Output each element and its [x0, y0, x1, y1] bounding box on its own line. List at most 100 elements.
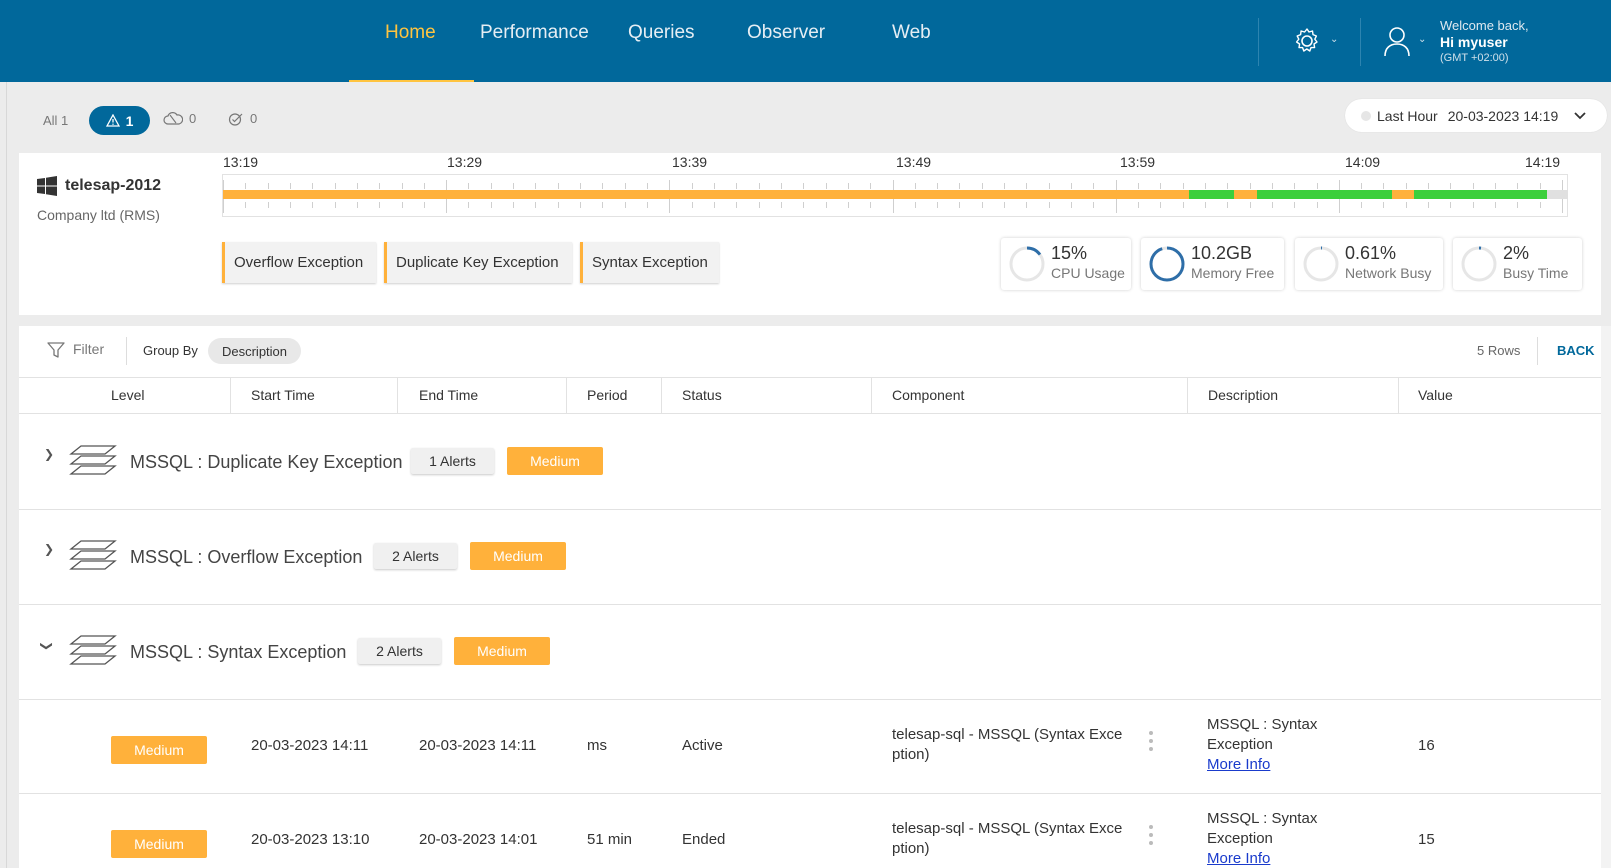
filter-alerts[interactable]: 1 — [89, 106, 150, 135]
timeline-tick — [468, 183, 470, 189]
timeline-tick — [624, 183, 626, 189]
scrollbar[interactable] — [1601, 326, 1611, 868]
group-title[interactable]: MSSQL : Duplicate Key Exception — [130, 452, 402, 473]
exception-tag-overflow[interactable]: Overflow Exception — [222, 242, 376, 283]
metric-label: Network Busy — [1345, 265, 1432, 281]
timeline-tick — [713, 183, 715, 189]
timeline-tick — [245, 202, 247, 208]
start-time-cell: 20-03-2023 14:11 — [251, 737, 369, 754]
timeline-tick — [736, 183, 738, 189]
timeline-tick — [1316, 183, 1318, 189]
nav-home[interactable]: Home — [385, 22, 436, 44]
group-title[interactable]: MSSQL : Syntax Exception — [130, 642, 346, 663]
more-options-icon[interactable] — [1149, 731, 1153, 751]
gear-icon[interactable] — [1292, 26, 1322, 56]
nav-observer[interactable]: Observer — [747, 22, 825, 44]
timeline-tick — [959, 183, 961, 189]
component-cell: telesap-sql - MSSQL (Syntax Exce ption) — [892, 819, 1137, 859]
expand-chevron-right-icon[interactable]: ❯ — [44, 542, 54, 556]
user-icon[interactable] — [1382, 25, 1412, 57]
table-header-bottom-line — [19, 413, 1601, 414]
timeline-tick — [1495, 202, 1497, 208]
more-info-link[interactable]: More Info — [1207, 849, 1347, 868]
layers-icon — [69, 445, 117, 475]
exception-tag-syntax[interactable]: Syntax Exception — [580, 242, 719, 283]
time-range-selector[interactable]: Last Hour 20-03-2023 14:19 — [1345, 99, 1607, 132]
timeline-label: 13:39 — [672, 154, 708, 170]
metric-network-busy[interactable]: 0.61% Network Busy — [1295, 238, 1443, 290]
column-header-component[interactable]: Component — [892, 387, 964, 403]
component-text: telesap-sql - MSSQL (Syntax Exce — [892, 726, 1123, 743]
timeline-segment-ok[interactable] — [1189, 190, 1234, 199]
exception-tag-duplicate-key[interactable]: Duplicate Key Exception — [384, 242, 572, 283]
column-header-end-time[interactable]: End Time — [419, 387, 478, 403]
expand-chevron-right-icon[interactable]: ❯ — [44, 447, 54, 461]
column-header-start-time[interactable]: Start Time — [251, 387, 315, 403]
host-company: Company ltd (RMS) — [37, 207, 160, 223]
timeline-tick — [1405, 202, 1407, 208]
timeline-label: 13:19 — [223, 154, 259, 170]
group-by-chip[interactable]: Description — [208, 338, 301, 364]
timeline-tick — [580, 202, 582, 208]
column-header-value[interactable]: Value — [1418, 387, 1453, 403]
metric-busy-time[interactable]: 2% Busy Time — [1453, 238, 1582, 290]
timeline-tick — [379, 202, 381, 208]
alerts-table-panel — [19, 326, 1601, 868]
nav-queries[interactable]: Queries — [628, 22, 695, 44]
timeline-segment-warning[interactable] — [1392, 190, 1414, 199]
timeline-segment-ok[interactable] — [1414, 190, 1547, 199]
divider — [1360, 18, 1361, 66]
timeline-segment-warning[interactable] — [223, 190, 1189, 199]
level-badge: Medium — [111, 830, 207, 858]
settings-chevron-down-icon[interactable]: ⌄ — [1330, 34, 1338, 45]
filter-resolved[interactable]: 0 — [228, 111, 257, 126]
user-chevron-down-icon[interactable]: ⌄ — [1418, 34, 1426, 45]
row-divider — [19, 509, 1601, 510]
column-header-period[interactable]: Period — [587, 387, 627, 403]
user-welcome[interactable]: Welcome back, Hi myuser (GMT +02:00) — [1440, 18, 1529, 66]
group-title[interactable]: MSSQL : Overflow Exception — [130, 547, 362, 568]
timeline-segment-warning[interactable] — [1234, 190, 1257, 199]
timeline-tick — [1048, 202, 1050, 208]
metric-cpu-usage[interactable]: 15% CPU Usage — [1001, 238, 1131, 290]
timeline-tick — [557, 183, 559, 189]
rows-count: 5 Rows — [1477, 343, 1521, 358]
alerts-count-button[interactable]: 2 Alerts — [374, 543, 457, 569]
column-header-status[interactable]: Status — [682, 387, 722, 403]
filter-icon[interactable] — [47, 341, 65, 359]
timeline-tick — [1361, 202, 1363, 208]
timeline-label: 14:19 — [1525, 154, 1561, 170]
alerts-count-button[interactable]: 2 Alerts — [358, 638, 441, 664]
level-badge: Medium — [507, 447, 603, 475]
column-divider — [566, 377, 567, 413]
nav-performance[interactable]: Performance — [480, 22, 589, 44]
filter-cloud[interactable]: 0 — [163, 111, 196, 126]
windows-icon — [37, 176, 57, 196]
warning-icon — [105, 114, 120, 127]
group-by-label: Group By — [143, 343, 198, 358]
timeline-tick — [1227, 202, 1229, 208]
more-info-link[interactable]: More Info — [1207, 755, 1347, 775]
column-header-description[interactable]: Description — [1208, 387, 1278, 403]
nav-web[interactable]: Web — [892, 22, 931, 44]
description-cell: MSSQL : Syntax Exception More Info — [1207, 809, 1347, 868]
column-divider — [1398, 377, 1399, 413]
timeline-tick — [334, 202, 336, 208]
filter-button[interactable]: Filter — [73, 341, 104, 357]
timeline-segment-ok[interactable] — [1257, 190, 1392, 199]
timeline-tick — [334, 183, 336, 189]
collapse-chevron-down-icon[interactable]: ❯ — [40, 641, 54, 651]
metric-memory-free[interactable]: 10.2GB Memory Free — [1141, 238, 1284, 290]
metric-value: 10.2GB — [1191, 243, 1253, 263]
timeline-segment-empty — [1547, 190, 1568, 199]
network-gauge — [1303, 246, 1339, 282]
timeline-tick — [602, 202, 604, 208]
column-header-level[interactable]: Level — [111, 387, 144, 403]
more-options-icon[interactable] — [1149, 825, 1153, 845]
alerts-count-button[interactable]: 1 Alerts — [411, 448, 494, 474]
timeline-tick — [981, 183, 983, 189]
filter-all[interactable]: All 1 — [43, 113, 68, 128]
timeline-tick — [289, 202, 291, 208]
host-name[interactable]: telesap-2012 — [65, 177, 161, 195]
back-button[interactable]: BACK — [1557, 343, 1595, 358]
